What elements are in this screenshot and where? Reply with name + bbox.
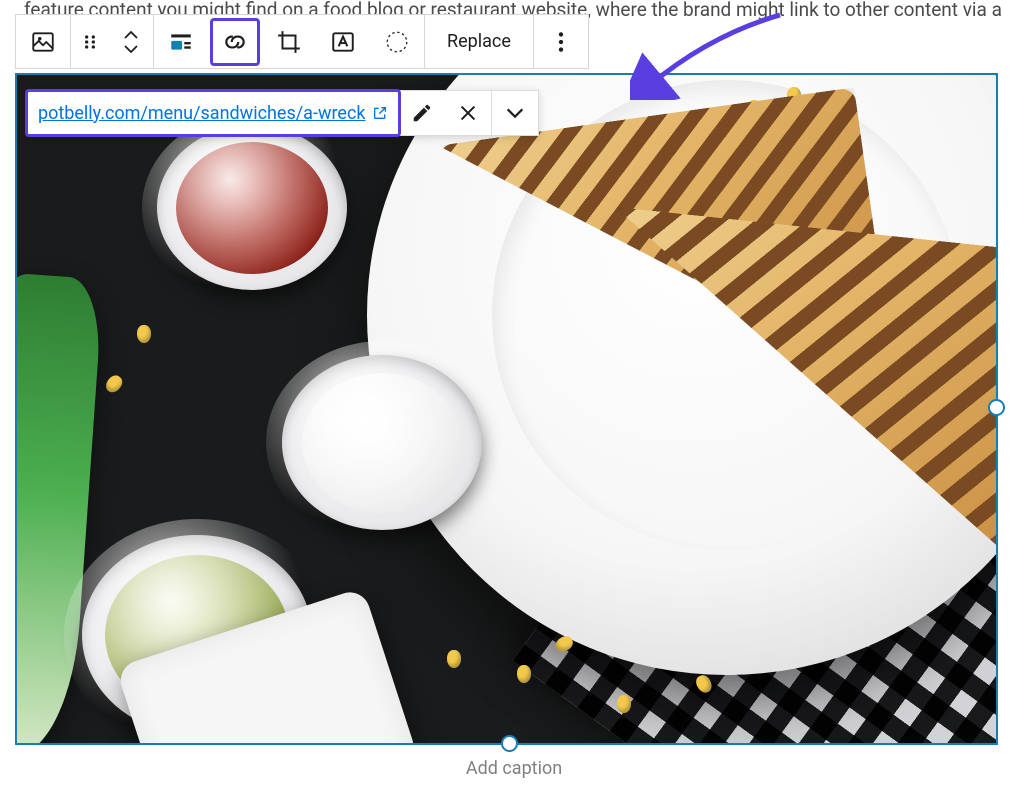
chevron-down-icon [504, 106, 526, 120]
resize-handle-bottom[interactable] [501, 735, 518, 752]
link-icon [222, 29, 248, 55]
link-url[interactable]: potbelly.com/menu/sandwiches/a-wreck [25, 89, 401, 137]
drag-handle-icon [80, 32, 100, 52]
edit-link-button[interactable] [399, 91, 445, 135]
remove-link-button[interactable] [445, 91, 491, 135]
more-vertical-icon [548, 29, 574, 55]
toolbar-group-move [71, 15, 154, 68]
link-popover: potbelly.com/menu/sandwiches/a-wreck [26, 90, 539, 136]
block-toolbar: Replace [15, 14, 589, 69]
replace-button-label: Replace [447, 31, 511, 52]
move-down-button[interactable] [122, 43, 140, 55]
toolbar-group-more [534, 15, 588, 68]
toolbar-group-inline [154, 15, 425, 68]
align-button[interactable] [154, 15, 208, 68]
external-link-icon [372, 105, 388, 121]
crop-button[interactable] [262, 15, 316, 68]
text-over-image-icon [330, 29, 356, 55]
chevron-down-icon [122, 43, 140, 55]
caption-placeholder: Add caption [466, 758, 562, 779]
link-settings-toggle[interactable] [492, 91, 538, 135]
image-icon [30, 29, 56, 55]
close-icon [457, 102, 479, 124]
align-icon [168, 29, 194, 55]
move-up-button[interactable] [122, 29, 140, 41]
crop-icon [276, 29, 302, 55]
move-up-down-group [109, 29, 153, 55]
pencil-icon [411, 102, 433, 124]
duotone-button[interactable] [370, 15, 424, 68]
more-options-button[interactable] [534, 15, 588, 68]
block-type-image-button[interactable] [16, 15, 70, 68]
image-block[interactable] [15, 73, 998, 745]
image-content [17, 75, 996, 743]
link-button[interactable] [210, 18, 260, 66]
duotone-filter-icon [384, 29, 410, 55]
replace-button[interactable]: Replace [425, 15, 534, 68]
chevron-up-icon [122, 29, 140, 41]
resize-handle-right[interactable] [988, 399, 1005, 416]
toolbar-group-block [16, 15, 71, 68]
link-url-text: potbelly.com/menu/sandwiches/a-wreck [38, 103, 366, 124]
image-caption-input[interactable]: Add caption [0, 758, 1028, 779]
text-overlay-button[interactable] [316, 15, 370, 68]
drag-handle-button[interactable] [71, 15, 109, 68]
